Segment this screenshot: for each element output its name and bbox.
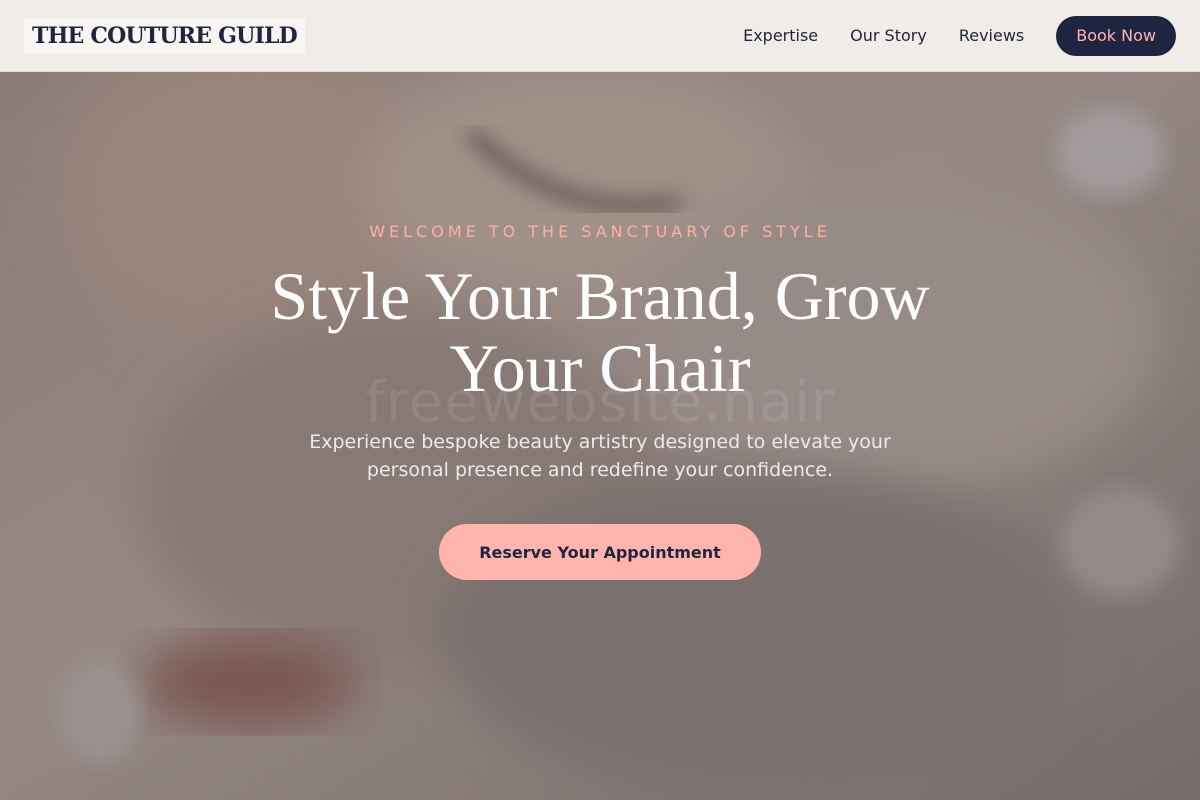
site-logo[interactable]: THE COUTURE GUILD [24,18,305,53]
nav-link-expertise[interactable]: Expertise [743,26,818,45]
hero-subtext: Experience bespoke beauty artistry desig… [309,431,891,481]
main-nav: Expertise Our Story Reviews Book Now [743,15,1176,56]
reserve-appointment-button[interactable]: Reserve Your Appointment [439,524,761,580]
hero-eyebrow: WELCOME TO THE SANCTUARY OF STYLE [369,222,831,241]
site-header: THE COUTURE GUILD Expertise Our Story Re… [0,0,1200,72]
watermark-text: freewebsite.hair [365,370,835,435]
book-now-button[interactable]: Book Now [1056,15,1176,56]
nav-link-reviews[interactable]: Reviews [959,26,1024,45]
hero-section: WELCOME TO THE SANCTUARY OF STYLE Style … [0,72,1200,800]
nav-link-our-story[interactable]: Our Story [850,26,927,45]
